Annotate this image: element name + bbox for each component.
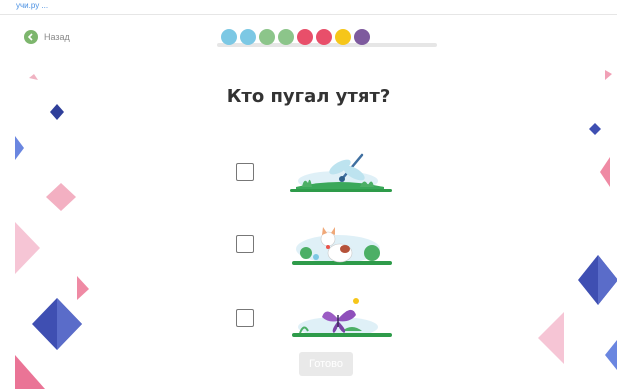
- deco-triangle: [29, 74, 38, 80]
- deco-diamond: [32, 298, 82, 350]
- deco-triangle: [77, 276, 89, 300]
- progress-dot: [240, 29, 256, 45]
- progress-dot: [278, 29, 294, 45]
- deco-diamond: [589, 123, 601, 135]
- back-button[interactable]: Назад: [24, 30, 70, 44]
- done-button[interactable]: Готово: [299, 352, 353, 376]
- back-label: Назад: [44, 32, 70, 42]
- option-checkbox[interactable]: [236, 235, 254, 253]
- answer-option-butterfly[interactable]: [236, 293, 406, 343]
- dragonfly-illustration: [290, 153, 392, 192]
- option-checkbox[interactable]: [236, 309, 254, 327]
- progress-dot: [316, 29, 332, 45]
- option-checkbox[interactable]: [236, 163, 254, 181]
- deco-triangle: [538, 312, 564, 364]
- deco-diamond: [578, 255, 617, 305]
- progress-dot: [297, 29, 313, 45]
- progress-dot: [335, 29, 351, 45]
- deco-triangle: [605, 340, 617, 370]
- butterfly-illustration: [292, 298, 392, 337]
- deco-triangle: [600, 157, 610, 187]
- deco-triangle: [15, 136, 24, 160]
- chevron-left-icon: [24, 30, 38, 44]
- progress-dot: [259, 29, 275, 45]
- deco-triangle: [15, 355, 45, 389]
- progress-dot: [354, 29, 370, 45]
- deco-triangle: [605, 70, 612, 80]
- progress-dot: [221, 29, 237, 45]
- deco-triangle: [598, 255, 617, 305]
- deco-diamond: [46, 183, 76, 211]
- progress-dots: [221, 29, 373, 45]
- top-bar: учи.ру ...: [0, 0, 617, 15]
- deco-triangle: [57, 298, 82, 350]
- answer-option-dragonfly[interactable]: [236, 147, 406, 197]
- answer-option-cat[interactable]: [236, 219, 406, 269]
- deco-triangle: [15, 222, 40, 274]
- question-title: Кто пугал утят?: [226, 86, 391, 107]
- top-link[interactable]: учи.ру ...: [16, 1, 48, 10]
- cat-illustration: [292, 227, 392, 265]
